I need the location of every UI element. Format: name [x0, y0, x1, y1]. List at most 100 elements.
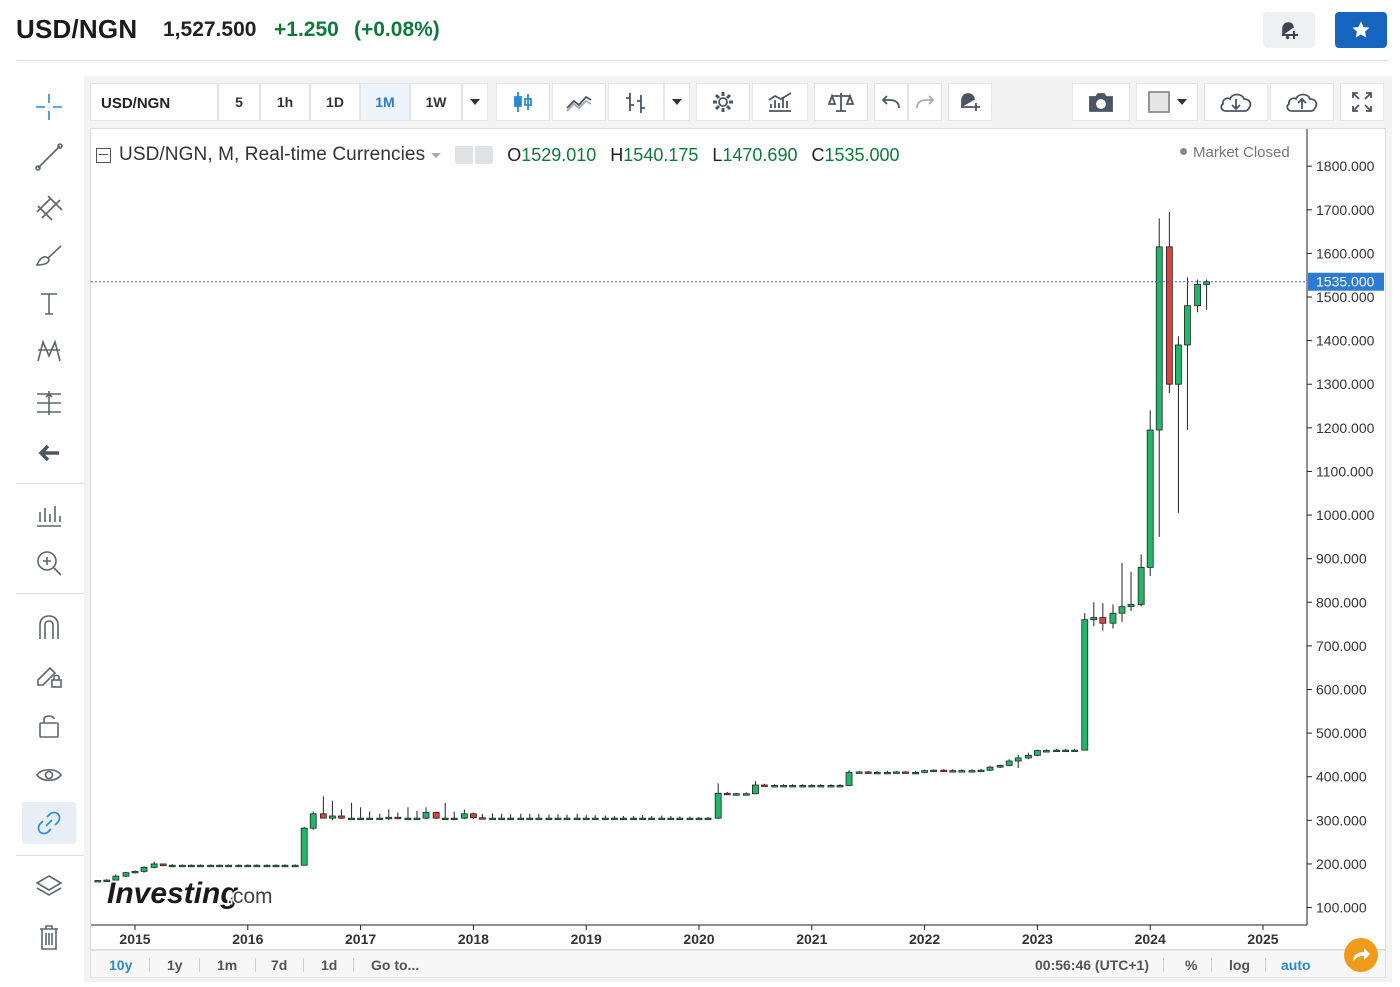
interval-5[interactable]: 5 [218, 83, 260, 121]
range-10y[interactable]: 10y [109, 957, 132, 973]
candle-body-up [235, 864, 243, 868]
undo-button[interactable] [874, 83, 908, 121]
bottom-bar: 10y 1y 1m 7d 1d Go to... 00:56:46 (UTC+1… [90, 950, 1386, 978]
zoom-in-tool[interactable] [22, 542, 76, 584]
candle [517, 813, 525, 821]
magnet-mode-button[interactable] [22, 606, 76, 648]
candle-body-up [1005, 760, 1013, 766]
candle-body-up [526, 817, 534, 821]
trend-line-tool[interactable] [22, 136, 76, 178]
candle [977, 768, 985, 773]
range-1m[interactable]: 1m [217, 957, 237, 973]
arrow-left-icon [38, 444, 59, 462]
lock-drawings-button[interactable] [22, 654, 76, 696]
long-position-tool[interactable] [22, 494, 76, 536]
scroll-to-realtime-button[interactable] [1344, 938, 1378, 972]
brush-tool[interactable] [22, 234, 76, 276]
log-scale-toggle[interactable]: log [1229, 957, 1250, 973]
unlock-button[interactable] [22, 704, 76, 746]
add-to-watchlist-button[interactable] [1335, 12, 1387, 48]
price-tick-label: 600.000 [1316, 682, 1367, 698]
legend-settings-icon[interactable] [475, 146, 494, 164]
interval-1w[interactable]: 1W [410, 83, 462, 121]
text-tool[interactable] [22, 282, 76, 324]
compare-button[interactable] [814, 83, 868, 121]
legend-ohlc: O1529.010 H1540.175 L1470.690 C1535.000 [507, 145, 899, 166]
candle-body-up [799, 785, 807, 788]
create-alert-button[interactable] [1263, 12, 1315, 48]
indicators-button[interactable] [752, 83, 808, 121]
time-tick-label: 2022 [909, 931, 940, 947]
candle-body-up [131, 870, 139, 874]
price-tick-label: 1300.000 [1316, 376, 1375, 392]
symbol-search-field[interactable]: USD/NGN [90, 83, 218, 121]
candle [432, 811, 440, 820]
interval-1d[interactable]: 1D [310, 83, 360, 121]
candle [338, 809, 345, 820]
candle [930, 769, 938, 773]
add-alert-button[interactable] [948, 83, 992, 121]
interval-1h[interactable]: 1h [260, 83, 310, 121]
color-picker-button[interactable] [1136, 83, 1198, 121]
hide-toolbar-button[interactable] [22, 432, 76, 474]
candles-icon [514, 92, 532, 112]
measure-tool[interactable] [22, 382, 76, 424]
crosshair-tool[interactable] [22, 86, 76, 128]
candles-style-button[interactable] [496, 83, 550, 121]
legend-caret-icon[interactable] [431, 152, 442, 158]
line-style-button[interactable] [552, 83, 606, 121]
fullscreen-button[interactable] [1340, 83, 1384, 121]
save-chart-button[interactable] [1270, 83, 1334, 121]
candle [309, 811, 317, 830]
auto-scale-toggle[interactable]: auto [1281, 957, 1311, 973]
candle-body-up [1043, 750, 1050, 753]
candlestick-chart[interactable]: 100.000 200.000 300.000 400.000 500.000 600.0… [91, 129, 1385, 949]
candle-body-up [450, 817, 458, 821]
chart-type-dropdown[interactable] [664, 83, 690, 121]
trash-icon [40, 925, 58, 950]
legend-collapse-toggle[interactable] [96, 147, 111, 163]
candle [498, 813, 506, 821]
candle-body-up [1109, 612, 1117, 624]
chart-area[interactable]: 100.000 200.000 300.000 400.000 500.000 600.0… [90, 128, 1386, 950]
candle-body-up [639, 817, 646, 821]
clock-timezone[interactable]: 00:56:46 (UTC+1) [1035, 957, 1149, 973]
candle [1081, 613, 1089, 751]
range-7d[interactable]: 7d [271, 957, 287, 973]
candle [1137, 554, 1145, 607]
redo-button[interactable] [908, 83, 942, 121]
candle [328, 800, 336, 821]
candle-body-up [1014, 757, 1022, 762]
layers-button[interactable] [22, 866, 76, 908]
candle [864, 771, 872, 774]
legend-visibility-icon[interactable] [455, 146, 474, 164]
candle [348, 802, 355, 821]
remove-drawings-button[interactable] [22, 916, 76, 958]
visibility-button[interactable] [22, 754, 76, 796]
load-chart-button[interactable] [1204, 83, 1268, 121]
candle-body-down [479, 817, 486, 820]
interval-1m[interactable]: 1M [360, 83, 410, 121]
range-1d[interactable]: 1d [321, 957, 337, 973]
goto-date-button[interactable]: Go to... [371, 957, 419, 973]
star-icon [1352, 21, 1370, 38]
range-1y[interactable]: 1y [167, 957, 183, 973]
candle [723, 791, 731, 796]
candle-body-up [291, 864, 299, 868]
bars-style-button[interactable] [608, 83, 664, 121]
screenshot-button[interactable] [1072, 83, 1130, 121]
candle-body-up [996, 764, 1004, 768]
link-button[interactable] [22, 802, 76, 844]
candle-body-up [178, 864, 186, 868]
pattern-tool[interactable] [22, 330, 76, 372]
candle-body-up [977, 769, 985, 773]
settings-button[interactable] [696, 83, 750, 121]
price-tick-label: 1500.000 [1316, 289, 1375, 305]
percent-scale-toggle[interactable]: % [1185, 957, 1197, 973]
fullscreen-icon [1352, 92, 1372, 112]
candle [554, 814, 562, 821]
candle-body-up [611, 817, 618, 821]
fib-tools[interactable] [22, 186, 76, 228]
candle [422, 807, 430, 820]
interval-dropdown[interactable] [462, 83, 488, 121]
